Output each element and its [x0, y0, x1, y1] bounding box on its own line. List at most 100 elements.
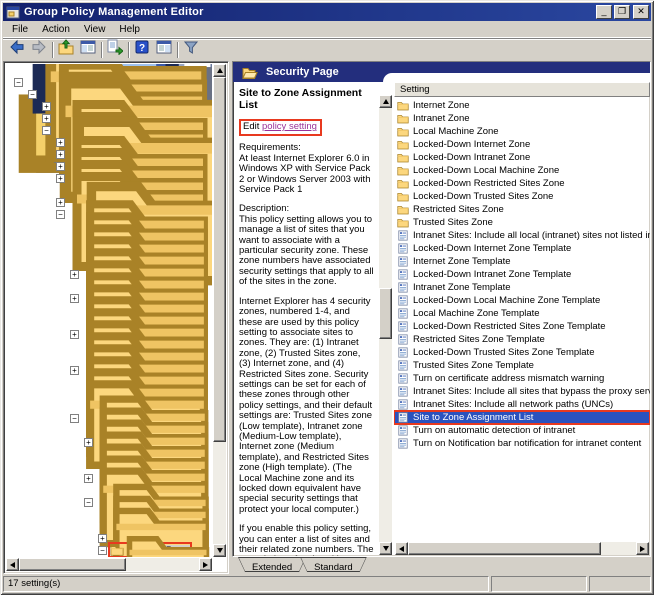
list-item-locked-down-internet-zone-template[interactable]: Locked-Down Internet Zone Template: [394, 242, 650, 255]
list-item-locked-down-intranet-zone[interactable]: Locked-Down Intranet Zone: [394, 151, 650, 164]
tree-expander[interactable]: −: [14, 78, 26, 87]
description-scroll-thumb[interactable]: [379, 288, 392, 339]
list-item-intranet-zone-template[interactable]: Intranet Zone Template: [394, 281, 650, 294]
list-item-internet-zone-template[interactable]: Internet Zone Template: [394, 255, 650, 268]
description-scrollbar[interactable]: [379, 95, 392, 555]
collapse-icon[interactable]: −: [42, 126, 51, 135]
tree-item-internet-zone[interactable]: Internet Zone: [6, 556, 212, 557]
tree-expander[interactable]: +: [42, 102, 54, 111]
close-button[interactable]: ✕: [633, 5, 649, 19]
tree-expander[interactable]: −: [28, 90, 40, 99]
expand-icon[interactable]: +: [70, 294, 79, 303]
tree-horizontal-scrollbar[interactable]: [6, 558, 212, 571]
list-item-locked-down-restricted-sites-zone[interactable]: Locked-Down Restricted Sites Zone: [394, 177, 650, 190]
expand-icon[interactable]: +: [56, 174, 65, 183]
forward-button[interactable]: [28, 40, 50, 60]
list-item-turn-on-notification-bar-notification-fo[interactable]: Turn on Notification bar notification fo…: [394, 437, 650, 450]
list-item-internet-zone[interactable]: Internet Zone: [394, 99, 650, 112]
list-horizontal-scrollbar[interactable]: [395, 542, 649, 555]
export-list-button[interactable]: [104, 40, 126, 60]
list-item-locked-down-local-machine-zone[interactable]: Locked-Down Local Machine Zone: [394, 164, 650, 177]
expand-icon[interactable]: +: [56, 162, 65, 171]
up-one-level-button[interactable]: [55, 40, 77, 60]
list-item-turn-on-certificate-address-mismatch-war[interactable]: Turn on certificate address mismatch war…: [394, 372, 650, 385]
show-console-tree-button[interactable]: [77, 40, 99, 60]
expand-icon[interactable]: +: [70, 270, 79, 279]
menu-file[interactable]: File: [5, 22, 35, 37]
expand-icon[interactable]: +: [56, 138, 65, 147]
list-item-restricted-sites-zone[interactable]: Restricted Sites Zone: [394, 203, 650, 216]
collapse-icon[interactable]: −: [56, 210, 65, 219]
tree-expander[interactable]: +: [56, 162, 68, 171]
tree-expander[interactable]: +: [98, 534, 110, 543]
tree-scroll-down-button[interactable]: [213, 544, 226, 557]
tree-expander[interactable]: +: [84, 438, 96, 447]
list-item-trusted-sites-zone-template[interactable]: Trusted Sites Zone Template: [394, 359, 650, 372]
expand-icon[interactable]: +: [84, 438, 93, 447]
help-button[interactable]: ?: [131, 40, 153, 60]
list-scroll-left-button[interactable]: [395, 542, 408, 555]
collapse-icon[interactable]: −: [14, 78, 23, 87]
list-item-intranet-sites-include-all-local-intrane[interactable]: Intranet Sites: Include all local (intra…: [394, 229, 650, 242]
tree-scroll-left-button[interactable]: [6, 558, 19, 571]
tree-expander[interactable]: +: [70, 330, 82, 339]
tree-expander[interactable]: +: [70, 270, 82, 279]
tree-scroll-right-button[interactable]: [199, 558, 212, 571]
back-button[interactable]: [6, 40, 28, 60]
tab-extended[interactable]: Extended: [238, 557, 306, 572]
list-item-locked-down-local-machine-zone-template[interactable]: Locked-Down Local Machine Zone Template: [394, 294, 650, 307]
minimize-button[interactable]: _: [596, 5, 612, 19]
tree-expander[interactable]: +: [70, 366, 82, 375]
tree-expander[interactable]: +: [84, 474, 96, 483]
menu-view[interactable]: View: [77, 22, 113, 37]
list-item-locked-down-internet-zone[interactable]: Locked-Down Internet Zone: [394, 138, 650, 151]
list-item-trusted-sites-zone[interactable]: Trusted Sites Zone: [394, 216, 650, 229]
policy-setting-link[interactable]: policy setting: [262, 121, 317, 132]
collapse-icon[interactable]: −: [28, 90, 37, 99]
list-item-locked-down-restricted-sites-zone-templa[interactable]: Locked-Down Restricted Sites Zone Templa…: [394, 320, 650, 333]
list-item-turn-on-automatic-detection-of-intranet[interactable]: Turn on automatic detection of intranet: [394, 424, 650, 437]
collapse-icon[interactable]: −: [84, 498, 93, 507]
tree-expander[interactable]: −: [42, 126, 54, 135]
tree-expander[interactable]: +: [56, 150, 68, 159]
tab-standard[interactable]: Standard: [300, 557, 367, 572]
expand-icon[interactable]: +: [98, 534, 107, 543]
tree-expander[interactable]: +: [42, 114, 54, 123]
show-action-pane-button[interactable]: [153, 40, 175, 60]
list-item-locked-down-trusted-sites-zone[interactable]: Locked-Down Trusted Sites Zone: [394, 190, 650, 203]
tree-expander[interactable]: +: [70, 294, 82, 303]
maximize-button[interactable]: ❐: [614, 5, 630, 19]
tree-vertical-scroll-thumb[interactable]: [213, 77, 226, 442]
collapse-icon[interactable]: −: [98, 546, 107, 555]
expand-icon[interactable]: +: [42, 102, 51, 111]
tree-horizontal-scroll-thumb[interactable]: [19, 558, 126, 571]
list-item-local-machine-zone-template[interactable]: Local Machine Zone Template: [394, 307, 650, 320]
expand-icon[interactable]: +: [42, 114, 51, 123]
tree-vertical-scrollbar[interactable]: [213, 64, 226, 557]
tree-expander[interactable]: −: [56, 210, 68, 219]
list-item-intranet-sites-include-all-sites-that-by[interactable]: Intranet Sites: Include all sites that b…: [394, 385, 650, 398]
menu-help[interactable]: Help: [112, 22, 147, 37]
list-item-locked-down-intranet-zone-template[interactable]: Locked-Down Intranet Zone Template: [394, 268, 650, 281]
list-item-locked-down-trusted-sites-zone-template[interactable]: Locked-Down Trusted Sites Zone Template: [394, 346, 650, 359]
tree-expander[interactable]: −: [98, 546, 110, 555]
expand-icon[interactable]: +: [56, 150, 65, 159]
tree-expander[interactable]: −: [70, 414, 82, 423]
list-item-restricted-sites-zone-template[interactable]: Restricted Sites Zone Template: [394, 333, 650, 346]
list-scroll-right-button[interactable]: [636, 542, 649, 555]
expand-icon[interactable]: +: [56, 198, 65, 207]
tree-expander[interactable]: −: [84, 498, 96, 507]
description-scroll-down-button[interactable]: [379, 542, 392, 555]
filter-button[interactable]: [180, 40, 202, 60]
setting-column-header[interactable]: Setting: [394, 82, 650, 97]
list-item-intranet-zone[interactable]: Intranet Zone: [394, 112, 650, 125]
expand-icon[interactable]: +: [70, 330, 79, 339]
tree-expander[interactable]: +: [56, 174, 68, 183]
description-scroll-up-button[interactable]: [379, 95, 392, 108]
tree-expander[interactable]: +: [56, 138, 68, 147]
expand-icon[interactable]: +: [84, 474, 93, 483]
tree-expander[interactable]: +: [56, 198, 68, 207]
menu-action[interactable]: Action: [35, 22, 77, 37]
tree-scroll-up-button[interactable]: [213, 64, 226, 77]
title-bar[interactable]: Group Policy Management Editor _ ❐ ✕: [3, 3, 651, 21]
